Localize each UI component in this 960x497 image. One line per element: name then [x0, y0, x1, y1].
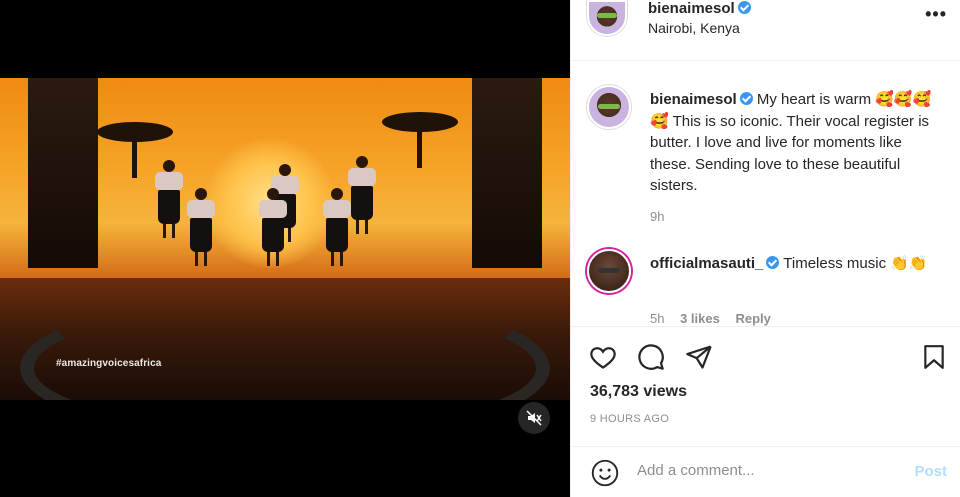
caption-avatar[interactable] — [587, 85, 631, 129]
comment-bubble-icon[interactable] — [637, 343, 665, 371]
save-bookmark-icon[interactable] — [921, 343, 947, 371]
post-panel: bienaimesol Nairobi, Kenya ••• bienaimes… — [570, 0, 960, 497]
comment-meta: 5h 3 likes Reply — [650, 311, 771, 326]
post-header: bienaimesol Nairobi, Kenya ••• — [571, 0, 960, 46]
post-timestamp: 9 HOURS AGO — [590, 413, 670, 425]
comment-reply-button[interactable]: Reply — [735, 311, 770, 326]
comment-input[interactable] — [637, 462, 907, 479]
post-comment-button[interactable]: Post — [914, 463, 947, 480]
verified-badge-icon — [737, 1, 751, 14]
verified-badge-icon — [739, 92, 753, 105]
commenter-avatar[interactable] — [587, 249, 631, 293]
comment-likes[interactable]: 3 likes — [680, 311, 720, 326]
post-actions: 36,783 views 9 HOURS AGO — [571, 326, 960, 446]
view-count[interactable]: 36,783 views — [590, 383, 687, 401]
post-location[interactable]: Nairobi, Kenya — [648, 20, 740, 36]
emoji-smiley-icon[interactable] — [591, 459, 619, 487]
comment-time[interactable]: 5h — [650, 311, 664, 326]
caption-time[interactable]: 9h — [650, 209, 664, 224]
add-comment-bar: Post — [571, 446, 960, 497]
acacia-tree-right — [382, 112, 458, 168]
performer — [256, 188, 290, 266]
caption-text: bienaimesol My heart is warm 🥰🥰🥰🥰 This i… — [650, 89, 940, 197]
comments-list[interactable]: bienaimesol My heart is warm 🥰🥰🥰🥰 This i… — [571, 60, 960, 326]
video-hashtag-overlay: #amazingvoicesafrica — [56, 358, 162, 369]
stage-pillar-right — [472, 78, 542, 268]
caption-username[interactable]: bienaimesol — [650, 91, 737, 108]
stage-pillar-left — [28, 78, 98, 268]
video-player[interactable]: #amazingvoicesafrica — [0, 78, 570, 400]
mute-button[interactable] — [518, 402, 550, 434]
share-paper-plane-icon[interactable] — [685, 343, 713, 371]
like-heart-icon[interactable] — [589, 343, 617, 371]
comment-username[interactable]: officialmasauti_ — [650, 255, 763, 272]
speaker-muted-icon — [526, 410, 542, 426]
comment-body: Timeless music 👏👏 — [783, 255, 928, 272]
more-options-button[interactable]: ••• — [925, 4, 947, 25]
post-author-username[interactable]: bienaimesol — [648, 0, 735, 17]
comment-text: officialmasauti_ Timeless music 👏👏 — [650, 253, 940, 275]
avatar[interactable] — [587, 0, 627, 36]
performer — [152, 160, 186, 238]
verified-badge-icon — [766, 256, 780, 269]
performer — [320, 188, 354, 266]
video-pane[interactable]: #amazingvoicesafrica — [0, 0, 570, 497]
performer — [184, 188, 218, 266]
